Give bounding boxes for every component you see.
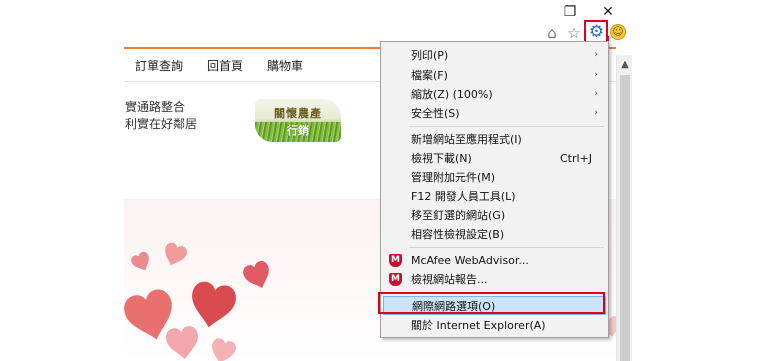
menu-item-label: 檔案(F) xyxy=(411,69,448,82)
heart xyxy=(186,279,239,332)
menu-item-safety[interactable]: 安全性(S) › xyxy=(383,104,606,123)
menu-item-label: 檢視下載(N) xyxy=(411,152,472,165)
menu-item-label: McAfee WebAdvisor... xyxy=(411,254,529,267)
menu-item-dev-tools[interactable]: F12 開發人員工具(L) xyxy=(383,187,606,206)
menu-item-about-ie[interactable]: 關於 Internet Explorer(A) xyxy=(383,316,606,335)
menu-item-add-site-to-apps[interactable]: 新增網站至應用程式(I) xyxy=(383,130,606,149)
submenu-arrow-icon: › xyxy=(594,70,598,80)
close-window-button[interactable]: ✕ xyxy=(598,3,618,21)
menu-shortcut: Ctrl+J xyxy=(559,152,592,165)
feedback-smiley-icon[interactable]: ☺ xyxy=(610,24,626,40)
mcafee-icon: M xyxy=(389,273,402,286)
submenu-arrow-icon: › xyxy=(594,50,598,60)
menu-separator xyxy=(409,126,604,127)
heart xyxy=(164,325,201,361)
favorites-star-icon[interactable]: ☆ xyxy=(565,24,583,42)
banner-subtitle: 行銷 xyxy=(287,124,309,137)
submenu-arrow-icon: › xyxy=(594,108,598,118)
menu-item-pinned-sites[interactable]: 移至釘選的網站(G) xyxy=(383,206,606,225)
menu-item-label: 縮放(Z) (100%) xyxy=(411,88,493,101)
gear-icon[interactable]: ⚙ xyxy=(588,24,605,41)
nav-link-orders[interactable]: 訂單查詢 xyxy=(135,57,183,75)
submenu-arrow-icon: › xyxy=(594,89,598,99)
promo-line: 利實在好鄰居 xyxy=(125,117,198,131)
menu-item-compat-view[interactable]: 相容性檢視設定(B) xyxy=(383,225,606,244)
browser-window: ❐ ✕ ⌂ ☆ ⚙ ☺ 訂單查詢 回首頁 購物車 實通路整合 利實在好鄰居 關懷… xyxy=(0,0,759,361)
mcafee-icon: M xyxy=(389,254,402,267)
agri-banner[interactable]: 關懷農產 行銷 xyxy=(255,99,341,142)
menu-item-mcafee-webadvisor[interactable]: M McAfee WebAdvisor... xyxy=(383,251,606,270)
home-icon[interactable]: ⌂ xyxy=(543,24,561,42)
menu-item-label: 新增網站至應用程式(I) xyxy=(411,133,522,146)
banner-title: 關懷農產 xyxy=(274,107,322,120)
menu-item-zoom[interactable]: 縮放(Z) (100%) › xyxy=(383,85,606,104)
internet-options-highlight-frame xyxy=(378,292,605,314)
promo-line: 實通路整合 xyxy=(125,100,186,114)
nav-link-cart[interactable]: 購物車 xyxy=(267,57,303,75)
menu-item-site-report[interactable]: M 檢視網站報告... xyxy=(383,270,606,289)
heart xyxy=(241,259,275,293)
menu-item-label: 列印(P) xyxy=(411,49,449,62)
menu-item-file[interactable]: 檔案(F) › xyxy=(383,66,606,85)
heart xyxy=(208,336,238,361)
scroll-up-arrow-icon[interactable]: ▲ xyxy=(617,57,633,73)
menu-item-print[interactable]: 列印(P) › xyxy=(383,46,606,65)
scroll-thumb[interactable] xyxy=(620,75,630,361)
menu-item-label: F12 開發人員工具(L) xyxy=(411,190,516,203)
menu-item-label: 安全性(S) xyxy=(411,107,460,120)
menu-item-label: 相容性檢視設定(B) xyxy=(411,228,505,241)
heart xyxy=(129,250,154,275)
menu-item-label: 關於 Internet Explorer(A) xyxy=(411,319,546,332)
vertical-scrollbar[interactable]: ▲ xyxy=(616,55,632,361)
heart xyxy=(160,240,189,270)
menu-item-manage-addons[interactable]: 管理附加元件(M) xyxy=(383,168,606,187)
menu-separator xyxy=(409,247,604,248)
menu-item-label: 管理附加元件(M) xyxy=(411,171,496,184)
menu-item-label: 移至釘選的網站(G) xyxy=(411,209,506,222)
top-nav: 訂單查詢 回首頁 購物車 xyxy=(124,57,316,75)
menu-item-view-downloads[interactable]: 檢視下載(N) Ctrl+J xyxy=(383,149,606,168)
menu-item-label: 檢視網站報告... xyxy=(411,273,488,286)
nav-link-home[interactable]: 回首頁 xyxy=(207,57,243,75)
promo-text: 實通路整合 利實在好鄰居 xyxy=(125,99,197,133)
restore-window-button[interactable]: ❐ xyxy=(560,3,580,21)
